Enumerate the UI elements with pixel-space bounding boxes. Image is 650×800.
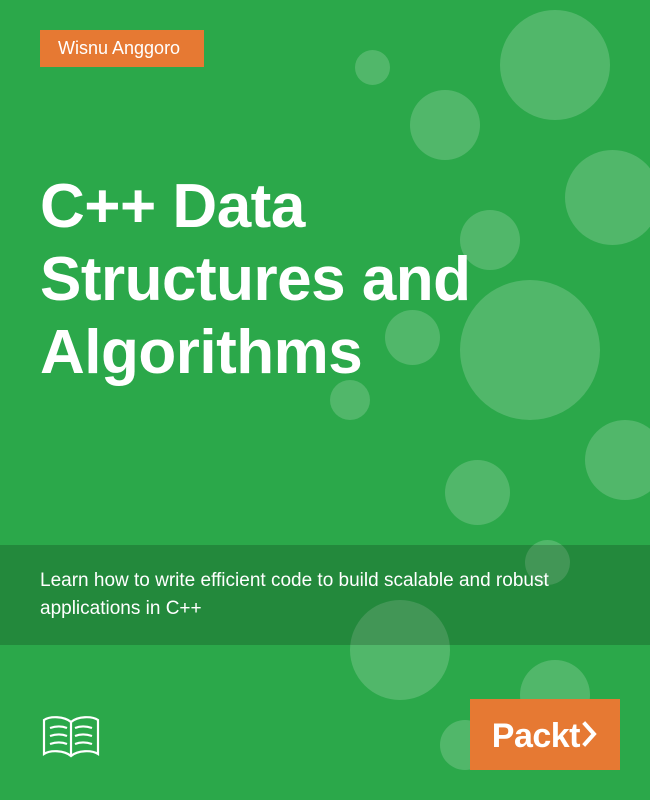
publisher-badge: Packt [470,699,620,770]
book-subtitle: Learn how to write efficient code to bui… [40,567,610,622]
author-badge: Wisnu Anggoro [40,30,204,67]
publisher-name: Packt [492,717,580,756]
subtitle-band: Learn how to write efficient code to bui… [0,545,650,645]
book-icon [40,714,102,762]
author-name: Wisnu Anggoro [58,38,180,58]
book-cover: Wisnu Anggoro C++ DataStructures andAlgo… [0,0,650,800]
chevron-right-icon [582,721,598,752]
book-title: C++ DataStructures andAlgorithms [40,170,610,389]
decorative-bubbles [270,0,650,800]
